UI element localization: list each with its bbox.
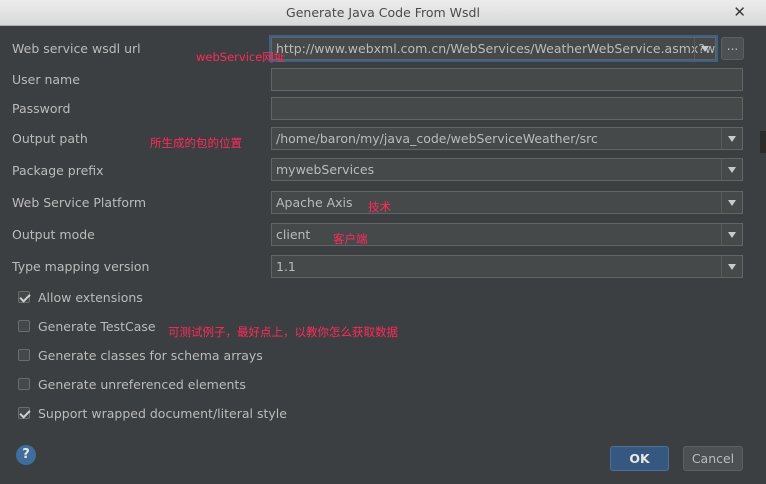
generate-testcase-checkbox[interactable] [18,320,30,332]
type-mapping-label: Type mapping version [12,259,150,274]
allow-extensions-checkbox[interactable] [18,291,30,303]
package-prefix-value: mywebServices [276,162,375,177]
password-field[interactable] [271,97,743,120]
platform-value: Apache Axis [276,195,353,210]
annotation-output-path: 所生成的包的位置 [150,136,242,150]
chevron-down-icon[interactable] [721,159,742,180]
wrapped-style-label: Support wrapped document/literal style [38,405,287,421]
user-name-field[interactable] [271,68,743,91]
annotation-platform: 技术 [368,200,391,214]
ok-button[interactable]: OK [610,446,669,471]
password-label: Password [12,101,71,116]
output-path-label: Output path [12,131,88,146]
background-window-edge [760,131,766,153]
type-mapping-value: 1.1 [276,259,296,274]
schema-arrays-label: Generate classes for schema arrays [38,347,263,363]
wsdl-url-combo[interactable]: http://www.webxml.com.cn/WebServices/Wea… [269,35,718,62]
user-name-label: User name [12,72,80,87]
package-prefix-label: Package prefix [12,163,104,178]
output-path-combo[interactable]: /home/baron/my/java_code/webServiceWeath… [271,127,743,150]
chevron-down-icon[interactable] [721,128,742,149]
chevron-down-icon[interactable] [721,224,742,245]
annotation-output-mode: 客户端 [333,232,368,246]
help-icon[interactable]: ? [16,445,36,465]
allow-extensions-label: Allow extensions [38,289,143,305]
wsdl-url-value: http://www.webxml.com.cn/WebServices/Wea… [276,41,716,56]
dialog-title: Generate Java Code From Wsdl [286,5,480,20]
wsdl-url-label: Web service wsdl url [12,41,141,56]
chevron-down-icon[interactable] [694,38,715,59]
close-icon[interactable]: ✕ [733,3,746,21]
generate-testcase-label: Generate TestCase [38,318,156,334]
schema-arrays-checkbox[interactable] [18,349,30,361]
annotation-url: webService网址 [196,50,286,64]
allow-extensions-option[interactable]: Allow extensions [18,289,143,305]
platform-label: Web Service Platform [12,195,147,210]
generate-testcase-option[interactable]: Generate TestCase [18,318,156,334]
output-mode-label: Output mode [12,227,95,242]
output-path-value: /home/baron/my/java_code/webServiceWeath… [276,131,598,146]
schema-arrays-option[interactable]: Generate classes for schema arrays [18,347,263,363]
title-bar: Generate Java Code From Wsdl ✕ [0,0,766,26]
unreferenced-elements-option[interactable]: Generate unreferenced elements [18,376,246,392]
wrapped-style-checkbox[interactable] [18,407,30,419]
unreferenced-elements-checkbox[interactable] [18,378,30,390]
package-prefix-combo[interactable]: mywebServices [271,158,743,181]
wrapped-style-option[interactable]: Support wrapped document/literal style [18,405,287,421]
annotation-testcase: 可测试例子，最好点上，以教你怎么获取数据 [168,325,398,339]
type-mapping-combo[interactable]: 1.1 [271,255,743,278]
chevron-down-icon[interactable] [721,256,742,277]
cancel-button[interactable]: Cancel [683,446,743,471]
unreferenced-elements-label: Generate unreferenced elements [38,376,246,392]
browse-button[interactable]: ... [721,37,744,60]
chevron-down-icon[interactable] [721,192,742,213]
output-mode-value: client [276,227,311,242]
platform-combo[interactable]: Apache Axis [271,191,743,214]
